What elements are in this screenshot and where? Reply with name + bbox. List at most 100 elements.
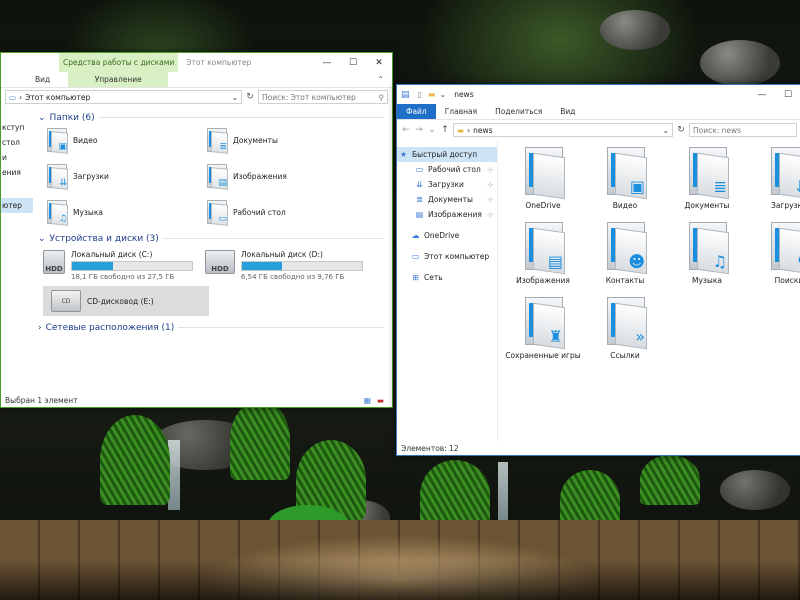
folder-emblem: » (635, 327, 645, 346)
this-pc-window[interactable]: Средства работы с дисками Этот компьютер… (0, 52, 393, 408)
nav-item-downloads[interactable]: и (1, 150, 33, 165)
chevron-down-icon: ⌄ (38, 233, 46, 244)
video-folder-icon: ▣ (45, 128, 68, 154)
folder-tile[interactable]: ▭ Рабочий стол (205, 197, 365, 227)
items-grid: OneDrive▣Видео≣Документы⇊Загрузки☆Избран… (499, 141, 800, 372)
folder-tile[interactable]: ▣ Видео (45, 125, 205, 155)
ribbon-tab-truncated[interactable] (1, 72, 11, 87)
tab-home[interactable]: Главная (436, 104, 486, 119)
nav-item[interactable]: ▭ Рабочий стол ⊹ (397, 162, 497, 177)
folder-tile[interactable]: ≣ Документы (205, 125, 365, 155)
folder-item[interactable]: ♜ Сохраненные игры (502, 297, 584, 372)
folder-item[interactable]: ⚲Поиски (748, 222, 800, 297)
group-title: Устройства и диски (3) (49, 233, 159, 244)
folder-label: Загрузки (771, 201, 800, 210)
folder-tile[interactable]: ⇊ Загрузки (45, 161, 205, 191)
folder-item[interactable]: ♫ Музыка (666, 222, 748, 297)
chevron-down-icon[interactable]: ⌄ (663, 126, 669, 135)
nav-item[interactable]: ☁ OneDrive (397, 228, 497, 243)
address-bar[interactable]: ▭ › Этот компьютер ⌄ (5, 90, 242, 104)
minimize-icon: — (757, 89, 767, 100)
drive-usage-fill (72, 262, 113, 270)
folder-item[interactable]: OneDrive (502, 147, 584, 222)
breadcrumb-current[interactable]: news (473, 126, 492, 135)
quick-access-toolbar-properties-icon[interactable]: ▯ (418, 90, 422, 99)
devices-group-header[interactable]: ⌄ Устройства и диски (3) (35, 231, 392, 246)
nav-label: Рабочий стол (428, 165, 481, 174)
nav-item[interactable]: ★ Быстрый доступ (397, 147, 497, 162)
folder-item[interactable]: ☻ Контакты (584, 222, 666, 297)
recent-locations-button[interactable]: ⌄ (427, 125, 437, 135)
disk-tools-context-label: Средства работы с дисками (59, 53, 179, 72)
news-window[interactable]: ▤ ▯ ▬ ⌄ news — ☐ Файл Главная Поделиться… (396, 84, 800, 456)
tab-manage[interactable]: Управление (68, 72, 169, 87)
refresh-button[interactable]: ↻ (676, 125, 686, 135)
refresh-button[interactable]: ↻ (245, 92, 255, 102)
nav-item-quick-access[interactable]: кступ (1, 120, 33, 135)
forward-button[interactable]: → (414, 125, 424, 135)
minimize-button[interactable]: — (749, 85, 775, 104)
tab-view[interactable]: Вид (551, 104, 584, 119)
folder-item[interactable]: » Ссылки (584, 297, 666, 372)
content-pane: OneDrive▣Видео≣Документы⇊Загрузки☆Избран… (499, 141, 800, 441)
music-folder-icon: ♫ (45, 200, 68, 226)
tab-file[interactable]: Файл (397, 104, 436, 119)
folder-item[interactable]: ▣ Видео (584, 147, 666, 222)
address-bar-row: ← → ⌄ ↑ ▬ › news ⌄ ↻ Поиск: news (397, 120, 800, 140)
cd-drive-icon: CD (51, 290, 81, 312)
window-title: Этот компьютер (186, 58, 252, 67)
drive-name: Локальный диск (D:) (241, 250, 323, 259)
tab-view[interactable]: Вид (11, 72, 59, 87)
tab-share[interactable]: Поделиться (486, 104, 551, 119)
folder-item[interactable]: ⇊ Загрузки (748, 147, 800, 222)
network-group-header[interactable]: › Сетевые расположения (1) (35, 320, 392, 335)
news-titlebar[interactable]: ▤ ▯ ▬ ⌄ news — ☐ (397, 85, 800, 104)
group-title: Папки (6) (49, 112, 95, 123)
tiles-view-button[interactable]: ▬ (377, 396, 384, 405)
nav-item[interactable]: ⇊ Загрузки ⊹ (397, 177, 497, 192)
breadcrumb-current[interactable]: Этот компьютер (25, 93, 90, 102)
maximize-button[interactable]: ☐ (775, 85, 800, 104)
window-title: news (454, 90, 474, 99)
drive-usage-bar (241, 261, 363, 271)
address-bar-row: ▭ › Этот компьютер ⌄ ↻ Поиск: Этот компь… (1, 88, 392, 106)
navigation-pane: кступ стол и ения ютер (1, 110, 33, 393)
chevron-down-icon[interactable]: ⌄ (232, 93, 238, 102)
maximize-icon: ☐ (783, 89, 793, 100)
cd-drive-tile[interactable]: CD CD-дисковод (E:) (43, 286, 209, 316)
ribbon-tabs: Вид Управление ⌃ (1, 72, 392, 88)
nav-item[interactable]: ▤ Изображения ⊹ (397, 207, 497, 222)
new-folder-icon[interactable]: ▬ (428, 90, 436, 99)
status-bar: Выбран 1 элемент ▦ ▬ (1, 393, 392, 407)
nav-item[interactable]: ▭ Этот компьютер (397, 249, 497, 264)
ribbon-expand-button[interactable]: ⌃ (377, 75, 384, 84)
address-bar[interactable]: ▬ › news ⌄ (453, 123, 673, 137)
folder-item[interactable]: ≣ Документы (666, 147, 748, 222)
nav-item-this-pc[interactable]: ютер (1, 198, 33, 213)
up-button[interactable]: ↑ (440, 125, 450, 135)
maximize-button[interactable]: ☐ (340, 53, 366, 72)
drive-tile-d[interactable]: HDD Локальный диск (D:) 6,54 ГБ свободно… (197, 246, 379, 284)
nav-item-desktop[interactable]: стол (1, 135, 33, 150)
back-button[interactable]: ← (401, 125, 411, 135)
minimize-button[interactable]: — (314, 53, 340, 72)
folder-item[interactable]: ▤ Изображения (502, 222, 584, 297)
folder-emblem: ▣ (629, 177, 645, 196)
drive-tile-c[interactable]: HDD Локальный диск (C:) 18,1 ГБ свободно… (35, 246, 197, 284)
drive-info: Локальный диск (C:) 18,1 ГБ свободно из … (71, 250, 193, 281)
customize-toolbar-icon[interactable]: ⌄ (439, 90, 446, 99)
nav-item-pictures[interactable]: ения (1, 165, 33, 180)
folder-tile[interactable]: ♫ Музыка (45, 197, 205, 227)
nav-label: ения (2, 168, 21, 177)
nav-item[interactable]: ≣ Документы ⊹ (397, 192, 497, 207)
close-button[interactable]: ✕ (366, 53, 392, 72)
nav-item[interactable]: ⊞ Сеть (397, 270, 497, 285)
this-pc-titlebar[interactable]: Средства работы с дисками Этот компьютер… (1, 53, 392, 72)
chevron-right-icon: › (38, 322, 42, 333)
folders-group-header[interactable]: ⌄ Папки (6) (35, 110, 392, 125)
explorer-icon: ▤ (401, 89, 410, 100)
search-input[interactable]: Поиск: Этот компьютер ⚲ (258, 90, 388, 104)
folder-tile[interactable]: ▤ Изображения (205, 161, 365, 191)
details-view-button[interactable]: ▦ (364, 396, 371, 405)
search-input[interactable]: Поиск: news (689, 123, 797, 137)
